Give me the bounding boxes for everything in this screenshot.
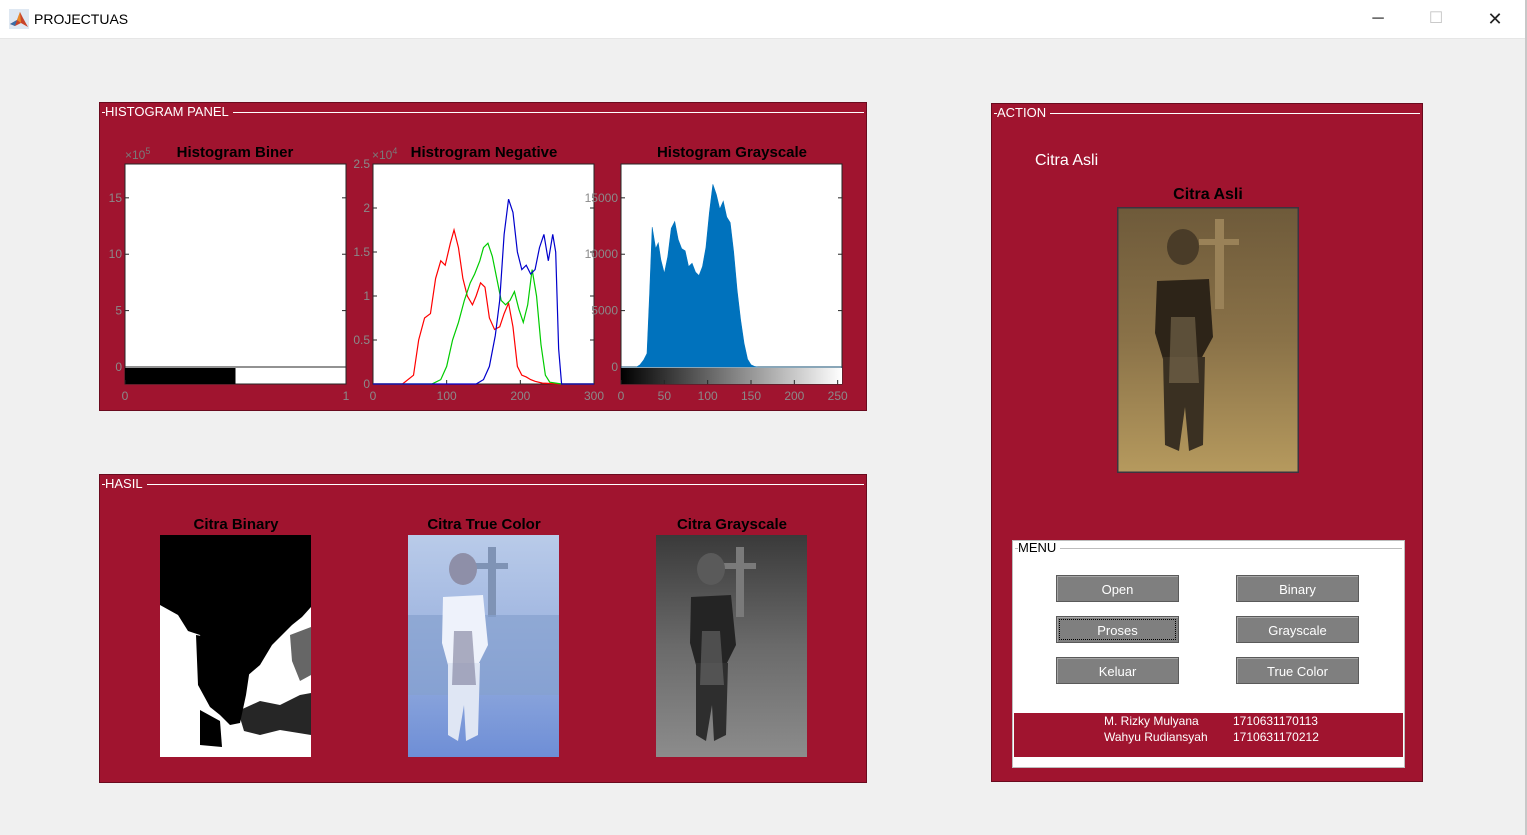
binary-button[interactable]: Binary	[1236, 575, 1359, 602]
image-title-binary: Citra Binary	[193, 516, 279, 533]
title-bar: PROJECTUAS ─ ☐ ✕	[0, 0, 1525, 39]
x-tick-label: 250	[828, 389, 848, 403]
credit-name: M. Rizky Mulyana	[1104, 714, 1199, 728]
x-tick-label: 150	[741, 389, 761, 403]
credits-bar: M. Rizky Mulyana 1710631170113 Wahyu Rud…	[1014, 713, 1403, 757]
exponent-power: 4	[392, 146, 398, 156]
exponent-label-negative: ×104	[372, 146, 397, 162]
credit-name: Wahyu Rudiansyah	[1104, 730, 1208, 744]
y-tick-label: 1	[363, 289, 370, 303]
truecolor-button[interactable]: True Color	[1236, 657, 1359, 684]
menu-title: MENU	[1018, 541, 1061, 555]
y-tick-label: 10	[109, 247, 123, 261]
credit-nim: 1710631170113	[1233, 714, 1318, 728]
proses-button[interactable]: Proses	[1056, 616, 1179, 643]
open-button[interactable]: Open	[1056, 575, 1179, 602]
x-tick-label: 300	[584, 389, 604, 403]
y-tick-label: 0	[115, 360, 122, 374]
axes-box	[124, 163, 347, 385]
hasil-panel: HASIL Citra Binary Citra True Color Citr…	[99, 474, 867, 783]
chart-title-grayscale: Histogram Grayscale	[656, 144, 808, 161]
y-tick-label: 15000	[585, 191, 619, 205]
y-tick-label: 10000	[585, 247, 619, 261]
minimize-button[interactable]: ─	[1349, 0, 1407, 38]
x-tick-label: 100	[437, 389, 457, 403]
colorbar-gradient	[621, 368, 842, 384]
y-tick-label: 2	[363, 201, 370, 215]
matlab-icon	[9, 9, 29, 29]
axes-box	[372, 163, 595, 385]
y-tick-label: 0	[611, 360, 618, 374]
action-panel-title: ACTION	[997, 106, 1051, 120]
close-button[interactable]: ✕	[1466, 0, 1524, 38]
original-image	[1117, 207, 1299, 473]
maximize-button[interactable]: ☐	[1407, 0, 1465, 38]
x-tick-label: 1	[343, 389, 350, 403]
x-tick-label: 0	[370, 389, 377, 403]
x-tick-label: 0	[122, 389, 129, 403]
chart-title-negative: Histrogram Negative	[410, 144, 558, 161]
y-tick-label: 5	[115, 304, 122, 318]
panel-border	[102, 484, 864, 485]
binary-image	[160, 535, 311, 757]
x-tick-label: 50	[658, 389, 672, 403]
menu-border	[1015, 548, 1402, 549]
truecolor-image	[408, 535, 559, 757]
panel-border	[994, 113, 1420, 114]
menu-panel: MENU Open Binary Proses Grayscale Keluar…	[1012, 540, 1405, 768]
grayscale-button[interactable]: Grayscale	[1236, 616, 1359, 643]
y-tick-label: 0.5	[353, 333, 370, 347]
x-tick-label: 200	[784, 389, 804, 403]
y-tick-label: 15	[109, 191, 123, 205]
colorbar-black	[125, 368, 236, 384]
x-tick-label: 200	[510, 389, 530, 403]
window-title: PROJECTUAS	[34, 11, 129, 27]
y-tick-label: 2.5	[353, 157, 370, 171]
action-panel: ACTION Citra Asli Citra Asli MENU Open B…	[991, 103, 1423, 782]
histogram-panel: HISTOGRAM PANEL Histogram Biner ×105 051…	[99, 102, 867, 411]
image-title-grayscale: Citra Grayscale	[676, 516, 788, 533]
grayscale-image	[656, 535, 807, 757]
keluar-button[interactable]: Keluar	[1056, 657, 1179, 684]
x-tick-label: 100	[698, 389, 718, 403]
y-tick-label: 5000	[591, 304, 618, 318]
y-tick-label: 1.5	[353, 245, 370, 259]
image-title-truecolor: Citra True Color	[427, 516, 541, 533]
x-tick-label: 0	[618, 389, 625, 403]
citra-asli-label: Citra Asli	[1035, 152, 1099, 169]
hasil-panel-title: HASIL	[105, 477, 147, 491]
credit-nim: 1710631170212	[1233, 730, 1319, 744]
image-title-citra-asli: Citra Asli	[1173, 186, 1243, 203]
exponent-base: ×10	[372, 148, 393, 162]
